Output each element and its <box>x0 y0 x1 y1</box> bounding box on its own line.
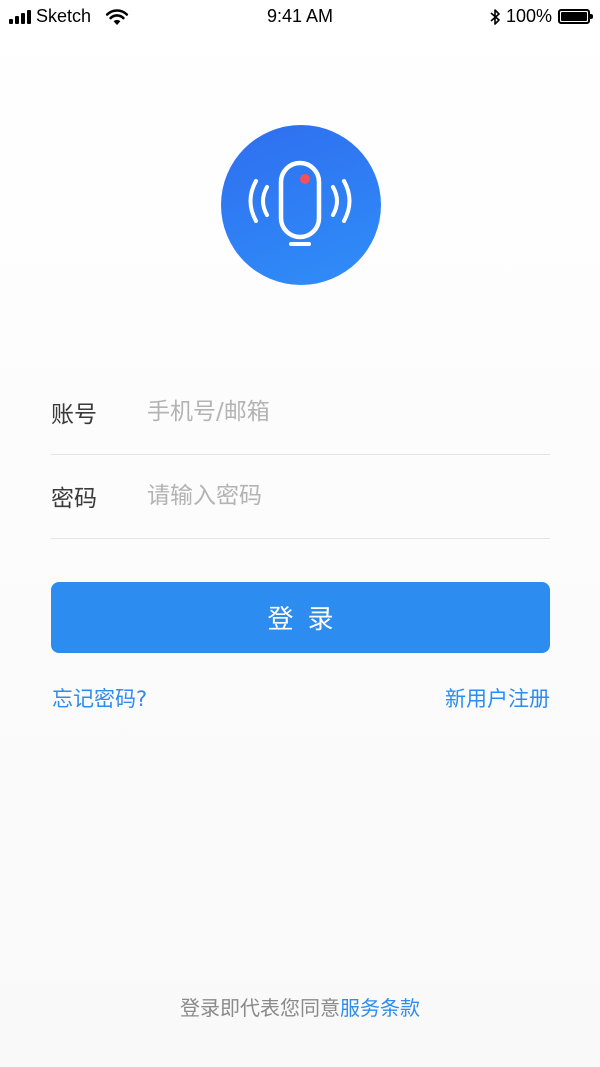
password-input[interactable] <box>147 483 527 509</box>
terms-of-service-link[interactable]: 服务条款 <box>340 996 420 1020</box>
app-logo <box>221 125 381 285</box>
microphone-icon <box>248 160 352 246</box>
password-label: 密码 <box>51 486 97 512</box>
status-right: 100% <box>489 6 593 27</box>
bluetooth-icon <box>490 8 500 25</box>
terms-notice: 登录即代表您同意服务条款 <box>0 992 600 1021</box>
battery-icon <box>558 9 593 24</box>
login-button[interactable]: 登录 <box>51 582 550 653</box>
account-input[interactable] <box>147 399 527 425</box>
register-link[interactable]: 新用户注册 <box>445 683 550 713</box>
login-screen: Sketch 9:41 AM 100% 账号 手机号/邮箱 密码 登录 忘记密码… <box>0 0 600 1067</box>
forgot-password-link[interactable]: 忘记密码? <box>52 683 147 713</box>
status-bar: Sketch 9:41 AM 100% <box>0 0 600 34</box>
account-label: 账号 <box>51 402 97 428</box>
terms-prefix: 登录即代表您同意 <box>180 996 340 1020</box>
password-row: 密码 <box>51 454 550 539</box>
account-row: 账号 <box>51 370 550 455</box>
battery-percent: 100% <box>505 6 552 26</box>
